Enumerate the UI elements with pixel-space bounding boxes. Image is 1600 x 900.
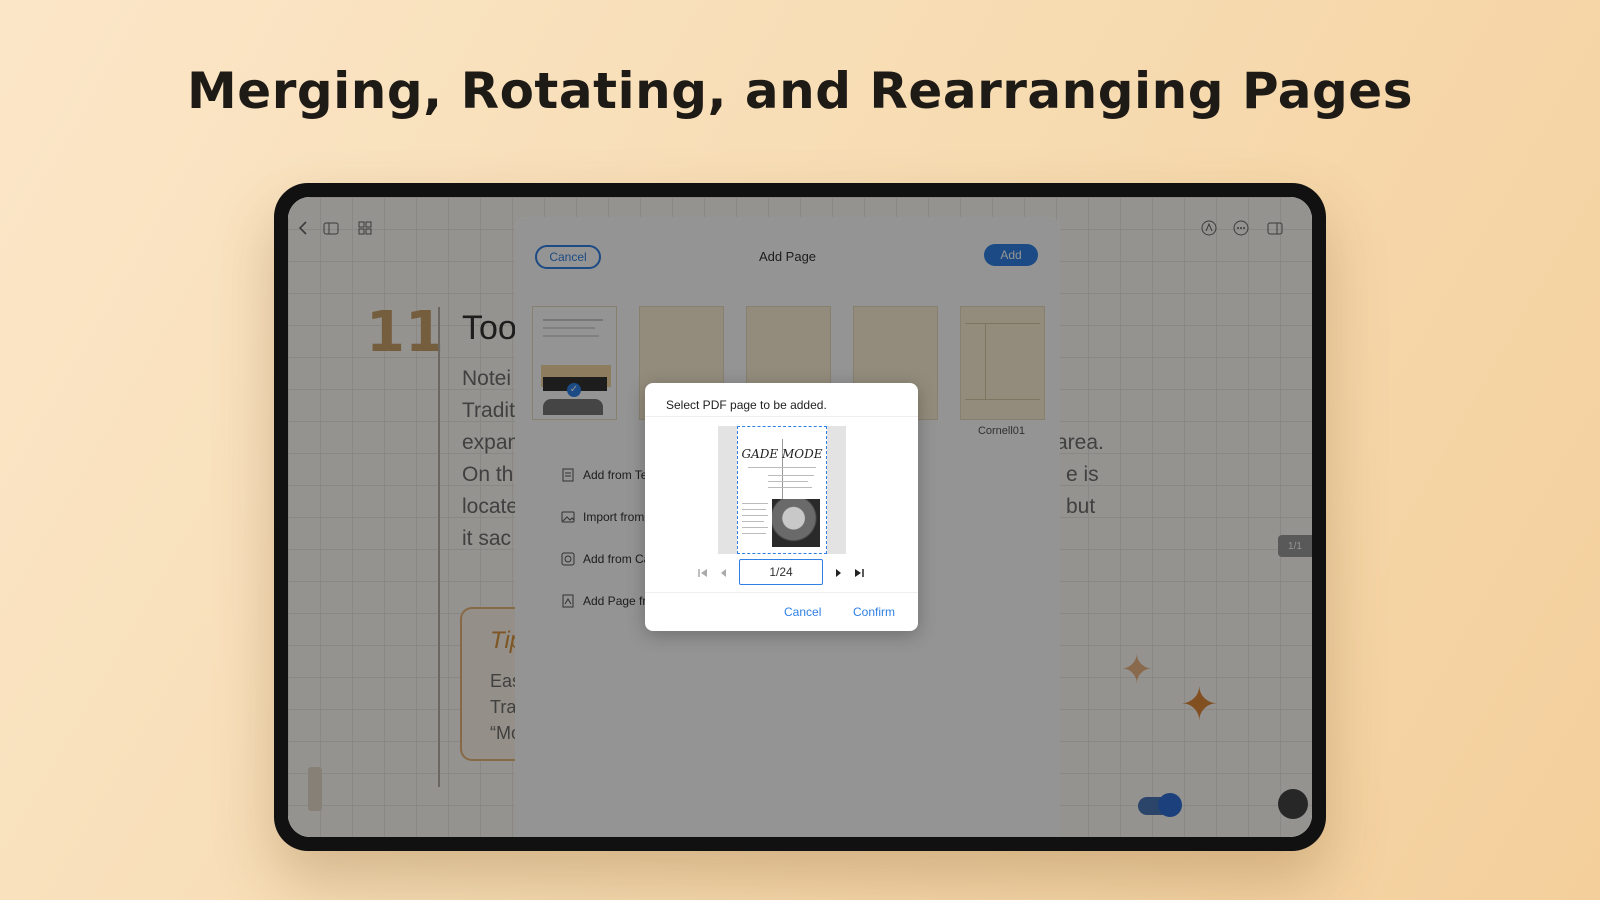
next-page-button[interactable] bbox=[835, 562, 843, 584]
preview-masthead: GADE MODE bbox=[741, 447, 823, 461]
page-headline: Merging, Rotating, and Rearranging Pages bbox=[187, 62, 1413, 120]
previous-page-button[interactable] bbox=[719, 562, 727, 584]
last-page-button[interactable] bbox=[853, 562, 865, 584]
dialog-confirm-button[interactable]: Confirm bbox=[853, 605, 895, 619]
previous-page-icon bbox=[721, 569, 726, 577]
pdf-page-preview: GADE MODE bbox=[718, 426, 846, 554]
divider bbox=[645, 592, 918, 593]
preview-photo bbox=[772, 499, 820, 547]
pdf-page-thumbnail[interactable]: GADE MODE bbox=[737, 426, 827, 554]
dialog-title: Select PDF page to be added. bbox=[666, 398, 827, 412]
divider bbox=[645, 416, 918, 417]
first-page-button[interactable] bbox=[697, 562, 709, 584]
next-page-icon bbox=[836, 569, 841, 577]
last-page-icon bbox=[855, 569, 864, 577]
page-number-field[interactable]: 1/24 bbox=[739, 559, 823, 585]
select-pdf-page-dialog: Select PDF page to be added. GADE MODE 1… bbox=[645, 383, 918, 631]
first-page-icon bbox=[698, 569, 707, 577]
dialog-cancel-button[interactable]: Cancel bbox=[784, 605, 821, 619]
